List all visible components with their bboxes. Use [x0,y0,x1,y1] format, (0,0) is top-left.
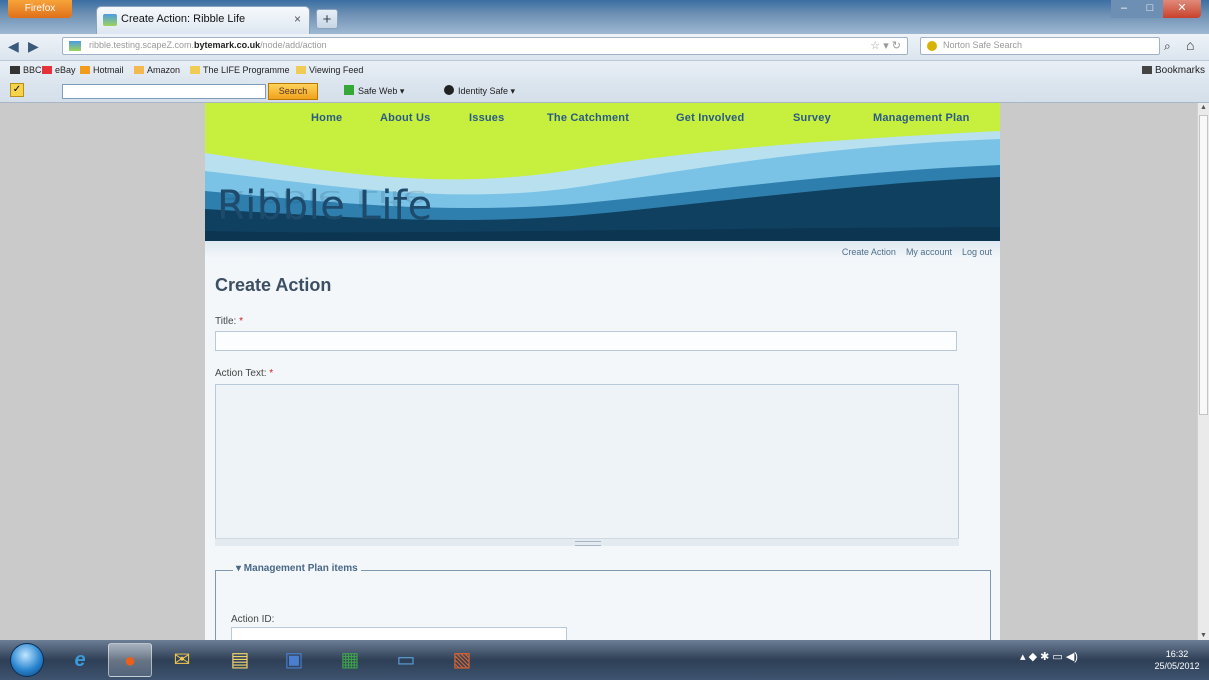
powerpoint-icon[interactable]: ▧ [440,643,484,677]
safe-web-button[interactable]: Safe Web ▾ [344,85,404,97]
link-log-out[interactable]: Log out [962,247,992,257]
minimize-icon[interactable]: – [1111,0,1137,18]
explorer-window-icon[interactable]: ▭ [384,643,428,677]
required-marker: * [269,368,274,379]
action-text-label: Action Text: * [215,368,274,379]
tab-title: Create Action: Ribble Life [121,13,246,25]
nav-get-involved[interactable]: Get Involved [676,112,744,124]
identity-safe-button[interactable]: Identity Safe ▾ [444,85,515,97]
browser-tab-create-action[interactable]: Create Action: Ribble Life × [96,6,310,34]
amazon-icon [134,66,144,74]
folder-icon [296,66,306,74]
browser-titlebar: Firefox Create Action: Ribble Life × + –… [0,0,1209,34]
system-tray-icons[interactable]: ▴ ◆ ✱ ▭ ◀) [1020,650,1078,663]
address-bar[interactable]: ribble.testing.scapeZ.com.bytemark.co.uk… [62,37,908,55]
bookmark-bbc[interactable]: BBC [10,65,42,75]
bookmarks-icon [1141,66,1152,74]
bookmark-star-icon[interactable]: ☆ ▾ ↻ [870,39,901,52]
norton-search-button[interactable]: Search [268,83,318,100]
start-button[interactable] [10,643,44,677]
management-plan-legend[interactable]: ▾ Management Plan items [233,563,361,574]
norton-check-icon[interactable]: ✓ [10,83,24,97]
search-placeholder: Norton Safe Search [943,40,1023,50]
excel-icon[interactable]: ▦ [328,643,372,677]
mail-icon[interactable]: ✉ [160,643,204,677]
required-marker: * [239,316,243,327]
search-icon[interactable]: ⌕ [1164,39,1171,54]
folder-icon [190,66,200,74]
bbc-icon [10,66,20,74]
window-controls: – □ ✕ [1111,0,1201,18]
folder-icon[interactable]: ▤ [218,643,262,677]
home-icon[interactable]: ⌂ [1186,37,1194,53]
identity-safe-icon [444,85,454,95]
textarea-resize-handle[interactable] [215,538,959,546]
link-create-action[interactable]: Create Action [842,247,896,257]
bookmark-life-programme[interactable]: The LIFE Programme [190,65,290,75]
windows-taskbar: e ● ✉ ▤ ▣ ▦ ▭ ▧ ▴ ◆ ✱ ▭ ◀) 16:32 25/05/2… [0,640,1209,680]
internet-explorer-icon[interactable]: e [58,643,102,677]
clock-date: 25/05/2012 [1154,661,1200,671]
site-favicon-icon [103,14,117,26]
title-input[interactable] [215,331,957,351]
page-viewport: Home About Us Issues The Catchment Get I… [0,103,1197,640]
firefox-menu-button[interactable]: Firefox [8,0,72,18]
title-label: Title: * [215,316,243,327]
clock-time: 16:32 [1165,649,1189,659]
grip-lines-icon [575,541,601,546]
nav-about-us[interactable]: About Us [380,112,430,124]
nav-home[interactable]: Home [311,112,342,124]
page-title: Create Action [215,275,332,295]
system-clock[interactable]: 16:32 25/05/2012 [1150,648,1204,672]
new-tab-button[interactable]: + [316,9,338,29]
scroll-up-arrow-icon[interactable]: ▲ [1200,104,1207,111]
publisher-icon[interactable]: ▣ [272,643,316,677]
action-id-input[interactable] [231,627,567,640]
browser-search-input[interactable]: Norton Safe Search [920,37,1160,55]
nav-management-plan[interactable]: Management Plan [873,112,970,124]
link-my-account[interactable]: My account [906,247,952,257]
norton-search-input[interactable] [62,84,266,99]
nav-issues[interactable]: Issues [469,112,504,124]
firefox-icon[interactable]: ● [108,643,152,677]
ebay-icon [42,66,52,74]
close-window-icon[interactable]: ✕ [1163,0,1201,18]
safe-web-icon [344,85,354,95]
hotmail-icon [80,66,90,74]
action-text-textarea[interactable] [215,384,959,546]
scroll-down-arrow-icon[interactable]: ▼ [1200,632,1207,639]
browser-navbar: ◀ ▶ ribble.testing.scapeZ.com.bytemark.c… [0,34,1209,61]
url-text: ribble.testing.scapeZ.com.bytemark.co.uk… [89,40,327,50]
bookmark-amazon[interactable]: Amazon [134,65,180,75]
bookmarks-toolbar: BBC eBay Hotmail Amazon The LIFE Program… [0,61,1209,81]
bookmark-hotmail[interactable]: Hotmail [80,65,124,75]
vertical-scrollbar[interactable]: ▲ ▼ [1197,103,1209,640]
user-links: Create Action My account Log out [832,247,992,257]
tab-close-icon[interactable]: × [294,12,301,26]
norton-search-engine-icon[interactable] [927,41,937,51]
bookmarks-menu-button[interactable]: Bookmarks [1141,65,1205,76]
bookmark-ebay[interactable]: eBay [42,65,76,75]
ribble-life-page: Home About Us Issues The Catchment Get I… [205,103,1000,640]
nav-the-catchment[interactable]: The Catchment [547,112,629,124]
back-arrow-icon[interactable]: ◀ [8,38,19,55]
norton-toolbar: ✓ Search Safe Web ▾ Identity Safe ▾ [0,81,1209,103]
url-favicon-icon [69,41,81,51]
site-logo-reflection: Ribble Life [217,185,428,211]
bookmark-viewing-feed[interactable]: Viewing Feed [296,65,363,75]
maximize-icon[interactable]: □ [1137,0,1163,18]
site-banner: Ribble Life Ribble Life [205,131,1000,241]
scrollbar-thumb[interactable] [1199,115,1208,415]
forward-arrow-icon[interactable]: ▶ [28,38,39,55]
nav-survey[interactable]: Survey [793,112,831,124]
action-id-label: Action ID: [231,614,275,625]
